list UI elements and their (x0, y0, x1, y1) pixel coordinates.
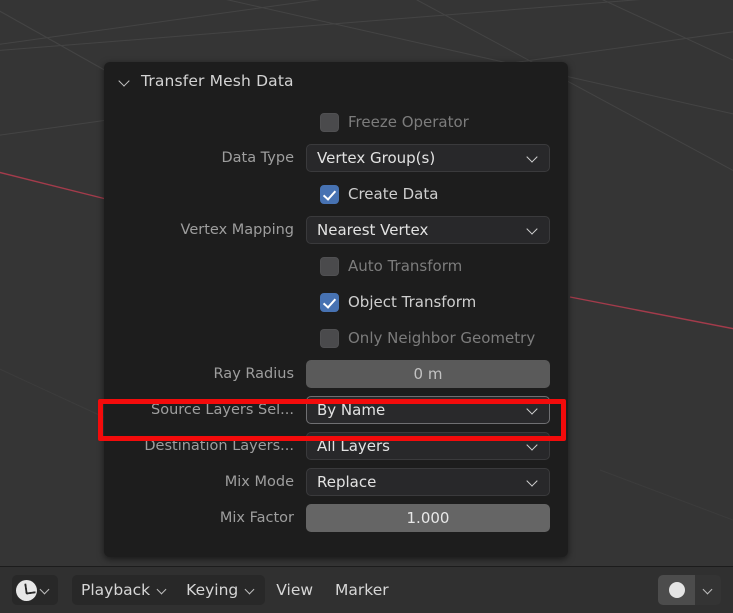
row-mix-mode: Mix Mode Replace (118, 466, 550, 498)
editor-type-selector[interactable] (12, 575, 58, 605)
chevron-down-icon (40, 585, 51, 596)
menu-keying[interactable]: Keying (177, 575, 265, 605)
label-auto-transform: Auto Transform (348, 257, 462, 275)
label-mix-factor: Mix Factor (118, 510, 306, 526)
row-mix-factor: Mix Factor 1.000 (118, 502, 550, 534)
row-object-transform[interactable]: Object Transform (118, 286, 550, 318)
dropdown-mix-mode[interactable]: Replace (306, 468, 550, 496)
label-data-type: Data Type (118, 150, 306, 166)
menu-marker[interactable]: Marker (324, 581, 400, 599)
chevron-down-icon[interactable] (118, 74, 132, 88)
dropdown-vertex-mapping-value: Nearest Vertex (317, 221, 527, 239)
dropdown-data-type-value: Vertex Group(s) (317, 149, 527, 167)
label-mix-mode: Mix Mode (118, 474, 306, 490)
panel-header[interactable]: Transfer Mesh Data (104, 62, 568, 100)
dropdown-mix-mode-value: Replace (317, 473, 527, 491)
row-vertex-mapping: Vertex Mapping Nearest Vertex (118, 214, 550, 246)
operator-redo-panel: Transfer Mesh Data Freeze Operator Data … (104, 62, 568, 557)
value-mix-factor: 1.000 (407, 509, 450, 527)
dropdown-source-layers-selection-value: By Name (317, 401, 527, 419)
checkbox-create-data[interactable] (320, 185, 339, 204)
page-title: Transfer Mesh Data (141, 72, 294, 90)
row-auto-transform[interactable]: Auto Transform (118, 250, 550, 282)
row-only-neighbor-geometry[interactable]: Only Neighbor Geometry (118, 322, 550, 354)
row-source-layers-selection: Source Layers Sel... By Name (118, 394, 550, 426)
dropdown-data-type[interactable]: Vertex Group(s) (306, 144, 550, 172)
label-source-layers-selection: Source Layers Sel... (118, 402, 306, 418)
auto-keying-options-dropdown[interactable] (695, 575, 721, 605)
dropdown-vertex-mapping[interactable]: Nearest Vertex (306, 216, 550, 244)
checkbox-auto-transform[interactable] (320, 257, 339, 276)
menu-playback[interactable]: Playback (72, 575, 177, 605)
label-object-transform: Object Transform (348, 293, 476, 311)
value-field-ray-radius[interactable]: 0 m (306, 360, 550, 388)
row-freeze-operator[interactable]: Freeze Operator (118, 106, 550, 138)
chevron-down-icon (527, 224, 539, 236)
value-field-mix-factor[interactable]: 1.000 (306, 504, 550, 532)
label-create-data: Create Data (348, 185, 438, 203)
chevron-down-icon (703, 585, 714, 596)
row-data-type: Data Type Vertex Group(s) (118, 142, 550, 174)
label-only-neighbor-geometry: Only Neighbor Geometry (348, 329, 535, 347)
auto-keying-record-button[interactable] (658, 575, 695, 605)
checkbox-only-neighbor-geometry[interactable] (320, 329, 339, 348)
menu-keying-label: Keying (186, 581, 238, 599)
timeline-clock-icon (16, 580, 37, 601)
row-create-data[interactable]: Create Data (118, 178, 550, 210)
chevron-down-icon (157, 585, 168, 596)
checkbox-freeze-operator[interactable] (320, 113, 339, 132)
label-destination-layers: Destination Layers... (118, 438, 306, 454)
chevron-down-icon (527, 152, 539, 164)
label-freeze-operator: Freeze Operator (348, 113, 469, 131)
dropdown-destination-layers[interactable]: All Layers (306, 432, 550, 460)
menu-view[interactable]: View (265, 581, 324, 599)
chevron-down-icon (527, 476, 539, 488)
dropdown-destination-layers-value: All Layers (317, 437, 527, 455)
chevron-down-icon (245, 585, 256, 596)
checkbox-object-transform[interactable] (320, 293, 339, 312)
chevron-down-icon (527, 440, 539, 452)
value-ray-radius: 0 m (414, 365, 443, 383)
dropdown-source-layers-selection[interactable]: By Name (306, 396, 550, 424)
label-ray-radius: Ray Radius (118, 366, 306, 382)
timeline-header-bar: Playback Keying View Marker (0, 566, 733, 613)
label-vertex-mapping: Vertex Mapping (118, 222, 306, 238)
property-rows: Freeze Operator Data Type Vertex Group(s… (104, 100, 568, 534)
row-destination-layers: Destination Layers... All Layers (118, 430, 550, 462)
chevron-down-icon (527, 404, 539, 416)
menu-playback-label: Playback (81, 581, 150, 599)
record-dot-icon (669, 582, 685, 598)
row-ray-radius: Ray Radius 0 m (118, 358, 550, 390)
